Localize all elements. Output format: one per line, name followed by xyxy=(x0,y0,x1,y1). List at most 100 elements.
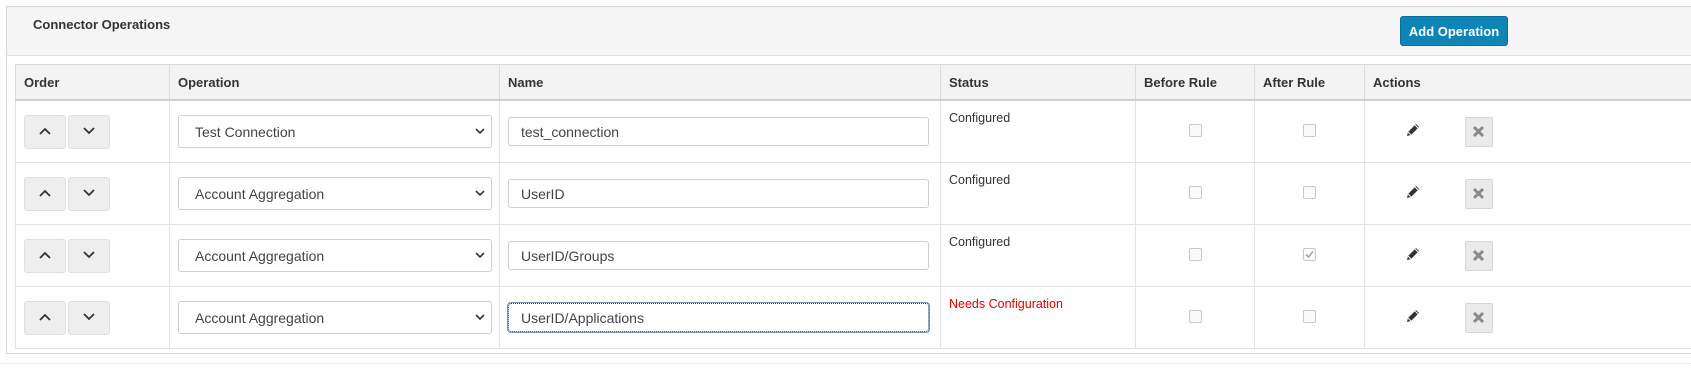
operation-cell: Account Aggregation xyxy=(169,162,500,225)
table-row: Account Aggregation UserID/Applications … xyxy=(15,286,1691,349)
before-rule-checkbox[interactable] xyxy=(1188,123,1202,137)
pencil-icon xyxy=(1407,248,1419,260)
checkmark-icon xyxy=(1305,250,1314,258)
before-rule-cell xyxy=(1135,224,1255,287)
actions-cell xyxy=(1364,224,1691,287)
operation-select-value: Account Aggregation xyxy=(195,310,325,326)
close-x-icon xyxy=(1472,311,1484,323)
after-rule-cell xyxy=(1254,99,1365,163)
name-input[interactable]: UserID xyxy=(508,179,929,208)
operation-select[interactable]: Account Aggregation xyxy=(178,301,492,334)
pencil-icon xyxy=(1407,124,1419,136)
table-row: Test Connection test_connection Configur… xyxy=(15,99,1691,163)
divider xyxy=(0,363,1691,364)
name-cell: UserID/Applications xyxy=(499,286,941,349)
chevron-up-icon xyxy=(39,313,51,321)
close-x-icon xyxy=(1472,187,1484,199)
chevron-down-icon xyxy=(83,250,95,258)
order-cell xyxy=(15,99,170,163)
edit-button[interactable] xyxy=(1405,122,1421,141)
move-up-button[interactable] xyxy=(24,300,66,335)
operation-select[interactable]: Test Connection xyxy=(178,115,492,148)
column-header-after-rule: After Rule xyxy=(1254,64,1365,101)
after-rule-cell xyxy=(1254,286,1365,349)
move-up-button[interactable] xyxy=(24,176,66,211)
chevron-down-icon xyxy=(83,126,95,134)
move-down-button[interactable] xyxy=(68,176,110,211)
chevron-down-icon xyxy=(83,188,95,196)
operation-select-value: Account Aggregation xyxy=(195,248,325,264)
operation-select-value: Account Aggregation xyxy=(195,186,325,202)
close-x-icon xyxy=(1472,125,1484,137)
before-rule-checkbox[interactable] xyxy=(1188,185,1202,199)
actions-cell xyxy=(1364,162,1691,225)
panel-header: Connector Operations Add Operation xyxy=(7,7,1691,56)
after-rule-checkbox[interactable] xyxy=(1303,309,1316,323)
chevron-down-icon xyxy=(83,312,95,320)
delete-button[interactable] xyxy=(1464,302,1493,333)
add-operation-button[interactable]: Add Operation xyxy=(1400,16,1508,46)
column-header-name: Name xyxy=(499,64,941,101)
operation-cell: Account Aggregation xyxy=(169,224,500,287)
panel-title: Connector Operations xyxy=(33,17,171,32)
before-rule-checkbox[interactable] xyxy=(1188,309,1202,323)
name-input[interactable]: UserID/Groups xyxy=(508,241,929,270)
chevron-up-icon xyxy=(39,189,51,197)
status-cell: Configured xyxy=(940,162,1136,225)
column-header-before-rule: Before Rule xyxy=(1135,64,1255,101)
move-up-button[interactable] xyxy=(24,238,66,273)
status-cell: Configured xyxy=(940,224,1136,287)
operation-select-value: Test Connection xyxy=(195,124,296,140)
column-header-order: Order xyxy=(15,64,170,101)
before-rule-cell xyxy=(1135,162,1255,225)
after-rule-cell xyxy=(1254,224,1365,287)
operation-select[interactable]: Account Aggregation xyxy=(178,239,492,272)
column-header-actions: Actions xyxy=(1364,64,1691,101)
column-header-operation: Operation xyxy=(169,64,500,101)
after-rule-checkbox[interactable] xyxy=(1303,123,1316,137)
chevron-up-icon xyxy=(39,251,51,259)
operation-select[interactable]: Account Aggregation xyxy=(178,177,492,210)
table-row: Account Aggregation UserID/Groups Config… xyxy=(15,224,1691,287)
edit-button[interactable] xyxy=(1405,184,1421,203)
after-rule-checkbox[interactable] xyxy=(1303,185,1316,199)
chevron-down-icon xyxy=(475,252,485,259)
pencil-icon xyxy=(1407,310,1419,322)
column-header-status: Status xyxy=(940,64,1136,101)
move-up-button[interactable] xyxy=(24,114,66,149)
name-input[interactable]: test_connection xyxy=(508,117,929,146)
order-cell xyxy=(15,224,170,287)
delete-button[interactable] xyxy=(1464,178,1493,209)
delete-button[interactable] xyxy=(1464,240,1493,271)
close-x-icon xyxy=(1472,249,1484,261)
move-down-button[interactable] xyxy=(68,114,110,149)
name-cell: test_connection xyxy=(499,99,941,163)
chevron-down-icon xyxy=(475,314,485,321)
operation-cell: Test Connection xyxy=(169,99,500,163)
delete-button[interactable] xyxy=(1464,116,1493,147)
before-rule-cell xyxy=(1135,286,1255,349)
actions-cell xyxy=(1364,99,1691,163)
edit-button[interactable] xyxy=(1405,308,1421,327)
order-cell xyxy=(15,162,170,225)
move-down-button[interactable] xyxy=(68,238,110,273)
operation-cell: Account Aggregation xyxy=(169,286,500,349)
after-rule-checkbox[interactable] xyxy=(1303,247,1316,261)
chevron-up-icon xyxy=(39,127,51,135)
status-cell: Needs Configuration xyxy=(940,286,1136,349)
edit-button[interactable] xyxy=(1405,246,1421,265)
status-cell: Configured xyxy=(940,99,1136,163)
move-down-button[interactable] xyxy=(68,300,110,335)
actions-cell xyxy=(1364,286,1691,349)
table-row: Account Aggregation UserID Configured xyxy=(15,162,1691,225)
before-rule-checkbox[interactable] xyxy=(1188,247,1202,261)
after-rule-cell xyxy=(1254,162,1365,225)
name-input[interactable]: UserID/Applications xyxy=(508,303,929,332)
chevron-down-icon xyxy=(475,190,485,197)
operations-table: Order Operation Name Status Before Rule … xyxy=(15,64,1691,349)
chevron-down-icon xyxy=(475,128,485,135)
name-cell: UserID/Groups xyxy=(499,224,941,287)
name-cell: UserID xyxy=(499,162,941,225)
before-rule-cell xyxy=(1135,99,1255,163)
order-cell xyxy=(15,286,170,349)
